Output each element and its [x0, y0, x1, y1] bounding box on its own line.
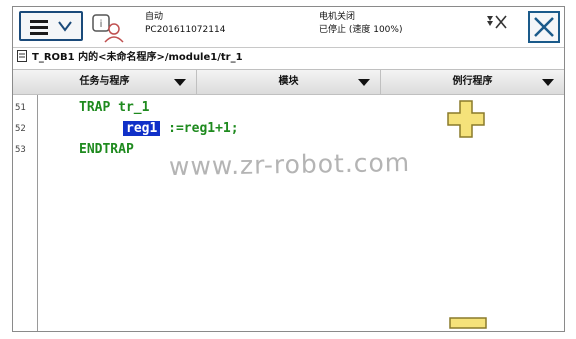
tab-label: 任务与程序 [79, 76, 130, 87]
code-line[interactable]: TRAP tr_1 [79, 100, 149, 115]
plus-icon [447, 100, 485, 138]
chevron-down-icon [58, 21, 72, 32]
editor-tabs: 任务与程序 模块 例行程序 [13, 69, 564, 95]
minus-icon [449, 317, 487, 329]
program-icon [17, 50, 27, 62]
code-line[interactable]: reg1 :=reg1+1; [123, 121, 239, 136]
mode-label: 自动 [145, 12, 164, 22]
top-bar: i 自动 PC201611072114 电机关闭 已停止 (速度 100%) [13, 7, 564, 48]
code-text: TRAP tr_1 [79, 100, 150, 115]
code-text: :=reg1+1; [160, 121, 239, 136]
line-number-gutter: 51 52 53 [13, 95, 38, 331]
run-state: 已停止 (速度 100%) [319, 25, 403, 35]
motion-status: 电机关闭 已停止 (速度 100%) [319, 11, 402, 37]
dropdown-arrow-icon [358, 79, 370, 86]
breadcrumb-path: T_ROB1 内的<未命名程序>/module1/tr_1 [32, 52, 243, 63]
close-icon [534, 17, 554, 37]
line-number: 52 [15, 124, 26, 134]
main-menu-button[interactable] [19, 11, 83, 41]
code-text: ENDTRAP [79, 142, 134, 157]
zoom-in-button[interactable] [446, 99, 486, 139]
status-icon[interactable] [485, 13, 507, 31]
flexpendant-screen: i 自动 PC201611072114 电机关闭 已停止 (速度 100%) T… [12, 6, 565, 332]
line-number: 53 [15, 145, 26, 155]
dropdown-arrow-icon [174, 79, 186, 86]
selected-token[interactable]: reg1 [123, 121, 161, 136]
svg-text:i: i [100, 19, 103, 30]
hamburger-icon [30, 20, 48, 35]
dropdown-arrow-icon [542, 79, 554, 86]
tab-label: 例行程序 [452, 76, 493, 87]
motor-state: 电机关闭 [319, 12, 356, 22]
breadcrumb: T_ROB1 内的<未命名程序>/module1/tr_1 [13, 48, 564, 68]
watermark: www.zr-robot.com [168, 147, 411, 182]
zoom-out-button[interactable] [449, 317, 487, 329]
robot-info-icon[interactable]: i [91, 11, 125, 43]
code-editor[interactable]: TRAP tr_1 reg1 :=reg1+1; ENDTRAP www.zr-… [39, 95, 563, 331]
close-button[interactable] [528, 11, 560, 43]
line-number: 51 [15, 103, 26, 113]
tab-label: 模块 [278, 76, 299, 87]
tab-modules[interactable]: 模块 [197, 70, 381, 94]
tab-tasks-programs[interactable]: 任务与程序 [13, 70, 197, 94]
controller-info: 自动 PC201611072114 [145, 11, 225, 37]
controller-name: PC201611072114 [145, 25, 226, 35]
tab-routines[interactable]: 例行程序 [381, 70, 564, 94]
code-line[interactable]: ENDTRAP [79, 142, 134, 157]
